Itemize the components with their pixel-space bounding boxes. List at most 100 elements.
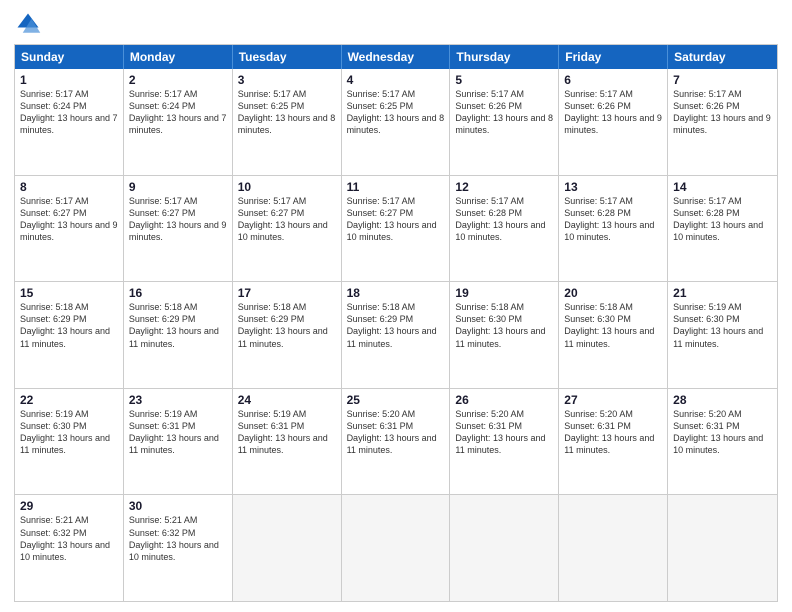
cell-text: Sunrise: 5:19 AMSunset: 6:30 PMDaylight:… bbox=[20, 408, 118, 457]
day-number: 20 bbox=[564, 286, 662, 300]
cell-text: Sunrise: 5:17 AMSunset: 6:26 PMDaylight:… bbox=[673, 88, 772, 137]
calendar-cell: 17Sunrise: 5:18 AMSunset: 6:29 PMDayligh… bbox=[233, 282, 342, 388]
day-number: 25 bbox=[347, 393, 445, 407]
calendar-cell: 9Sunrise: 5:17 AMSunset: 6:27 PMDaylight… bbox=[124, 176, 233, 282]
cell-text: Sunrise: 5:20 AMSunset: 6:31 PMDaylight:… bbox=[455, 408, 553, 457]
day-number: 1 bbox=[20, 73, 118, 87]
day-number: 9 bbox=[129, 180, 227, 194]
calendar-cell: 7Sunrise: 5:17 AMSunset: 6:26 PMDaylight… bbox=[668, 69, 777, 175]
calendar-cell bbox=[450, 495, 559, 601]
cell-text: Sunrise: 5:17 AMSunset: 6:25 PMDaylight:… bbox=[347, 88, 445, 137]
calendar-cell: 4Sunrise: 5:17 AMSunset: 6:25 PMDaylight… bbox=[342, 69, 451, 175]
calendar-cell: 22Sunrise: 5:19 AMSunset: 6:30 PMDayligh… bbox=[15, 389, 124, 495]
calendar-cell: 20Sunrise: 5:18 AMSunset: 6:30 PMDayligh… bbox=[559, 282, 668, 388]
day-number: 13 bbox=[564, 180, 662, 194]
calendar-cell bbox=[559, 495, 668, 601]
day-number: 5 bbox=[455, 73, 553, 87]
day-number: 27 bbox=[564, 393, 662, 407]
day-number: 2 bbox=[129, 73, 227, 87]
cell-text: Sunrise: 5:17 AMSunset: 6:28 PMDaylight:… bbox=[564, 195, 662, 244]
logo-icon bbox=[14, 10, 42, 38]
calendar-cell: 29Sunrise: 5:21 AMSunset: 6:32 PMDayligh… bbox=[15, 495, 124, 601]
calendar-cell: 28Sunrise: 5:20 AMSunset: 6:31 PMDayligh… bbox=[668, 389, 777, 495]
calendar-cell: 14Sunrise: 5:17 AMSunset: 6:28 PMDayligh… bbox=[668, 176, 777, 282]
cell-text: Sunrise: 5:19 AMSunset: 6:30 PMDaylight:… bbox=[673, 301, 772, 350]
cell-text: Sunrise: 5:18 AMSunset: 6:29 PMDaylight:… bbox=[20, 301, 118, 350]
cell-text: Sunrise: 5:20 AMSunset: 6:31 PMDaylight:… bbox=[673, 408, 772, 457]
calendar-header: SundayMondayTuesdayWednesdayThursdayFrid… bbox=[15, 45, 777, 69]
logo bbox=[14, 10, 46, 38]
day-number: 21 bbox=[673, 286, 772, 300]
calendar-cell: 18Sunrise: 5:18 AMSunset: 6:29 PMDayligh… bbox=[342, 282, 451, 388]
cell-text: Sunrise: 5:18 AMSunset: 6:29 PMDaylight:… bbox=[129, 301, 227, 350]
calendar-cell: 10Sunrise: 5:17 AMSunset: 6:27 PMDayligh… bbox=[233, 176, 342, 282]
calendar-cell: 16Sunrise: 5:18 AMSunset: 6:29 PMDayligh… bbox=[124, 282, 233, 388]
page: SundayMondayTuesdayWednesdayThursdayFrid… bbox=[0, 0, 792, 612]
calendar-cell: 2Sunrise: 5:17 AMSunset: 6:24 PMDaylight… bbox=[124, 69, 233, 175]
cell-text: Sunrise: 5:17 AMSunset: 6:27 PMDaylight:… bbox=[238, 195, 336, 244]
calendar-cell: 19Sunrise: 5:18 AMSunset: 6:30 PMDayligh… bbox=[450, 282, 559, 388]
cell-text: Sunrise: 5:19 AMSunset: 6:31 PMDaylight:… bbox=[129, 408, 227, 457]
calendar-row-1: 1Sunrise: 5:17 AMSunset: 6:24 PMDaylight… bbox=[15, 69, 777, 176]
calendar-row-3: 15Sunrise: 5:18 AMSunset: 6:29 PMDayligh… bbox=[15, 282, 777, 389]
cell-text: Sunrise: 5:17 AMSunset: 6:28 PMDaylight:… bbox=[673, 195, 772, 244]
day-number: 4 bbox=[347, 73, 445, 87]
day-number: 17 bbox=[238, 286, 336, 300]
day-number: 11 bbox=[347, 180, 445, 194]
cell-text: Sunrise: 5:18 AMSunset: 6:30 PMDaylight:… bbox=[455, 301, 553, 350]
calendar-body: 1Sunrise: 5:17 AMSunset: 6:24 PMDaylight… bbox=[15, 69, 777, 601]
header-day-tuesday: Tuesday bbox=[233, 45, 342, 69]
calendar-cell bbox=[233, 495, 342, 601]
day-number: 8 bbox=[20, 180, 118, 194]
header-day-wednesday: Wednesday bbox=[342, 45, 451, 69]
day-number: 10 bbox=[238, 180, 336, 194]
calendar-cell: 11Sunrise: 5:17 AMSunset: 6:27 PMDayligh… bbox=[342, 176, 451, 282]
calendar-cell: 25Sunrise: 5:20 AMSunset: 6:31 PMDayligh… bbox=[342, 389, 451, 495]
day-number: 18 bbox=[347, 286, 445, 300]
day-number: 22 bbox=[20, 393, 118, 407]
calendar-row-5: 29Sunrise: 5:21 AMSunset: 6:32 PMDayligh… bbox=[15, 495, 777, 601]
cell-text: Sunrise: 5:20 AMSunset: 6:31 PMDaylight:… bbox=[347, 408, 445, 457]
day-number: 14 bbox=[673, 180, 772, 194]
day-number: 23 bbox=[129, 393, 227, 407]
day-number: 7 bbox=[673, 73, 772, 87]
cell-text: Sunrise: 5:21 AMSunset: 6:32 PMDaylight:… bbox=[20, 514, 118, 563]
calendar-cell: 15Sunrise: 5:18 AMSunset: 6:29 PMDayligh… bbox=[15, 282, 124, 388]
header-day-thursday: Thursday bbox=[450, 45, 559, 69]
day-number: 6 bbox=[564, 73, 662, 87]
cell-text: Sunrise: 5:18 AMSunset: 6:30 PMDaylight:… bbox=[564, 301, 662, 350]
header-day-friday: Friday bbox=[559, 45, 668, 69]
day-number: 16 bbox=[129, 286, 227, 300]
day-number: 15 bbox=[20, 286, 118, 300]
header bbox=[14, 10, 778, 38]
day-number: 19 bbox=[455, 286, 553, 300]
calendar-cell: 30Sunrise: 5:21 AMSunset: 6:32 PMDayligh… bbox=[124, 495, 233, 601]
calendar-cell: 24Sunrise: 5:19 AMSunset: 6:31 PMDayligh… bbox=[233, 389, 342, 495]
header-day-sunday: Sunday bbox=[15, 45, 124, 69]
header-day-saturday: Saturday bbox=[668, 45, 777, 69]
cell-text: Sunrise: 5:17 AMSunset: 6:28 PMDaylight:… bbox=[455, 195, 553, 244]
day-number: 26 bbox=[455, 393, 553, 407]
cell-text: Sunrise: 5:17 AMSunset: 6:24 PMDaylight:… bbox=[129, 88, 227, 137]
calendar-cell: 1Sunrise: 5:17 AMSunset: 6:24 PMDaylight… bbox=[15, 69, 124, 175]
cell-text: Sunrise: 5:17 AMSunset: 6:26 PMDaylight:… bbox=[564, 88, 662, 137]
cell-text: Sunrise: 5:17 AMSunset: 6:24 PMDaylight:… bbox=[20, 88, 118, 137]
day-number: 30 bbox=[129, 499, 227, 513]
calendar-cell bbox=[668, 495, 777, 601]
cell-text: Sunrise: 5:20 AMSunset: 6:31 PMDaylight:… bbox=[564, 408, 662, 457]
cell-text: Sunrise: 5:19 AMSunset: 6:31 PMDaylight:… bbox=[238, 408, 336, 457]
header-day-monday: Monday bbox=[124, 45, 233, 69]
calendar-row-4: 22Sunrise: 5:19 AMSunset: 6:30 PMDayligh… bbox=[15, 389, 777, 496]
calendar-row-2: 8 Sunrise: 5:17 AMSunset: 6:27 PMDaylight… bbox=[15, 176, 777, 283]
calendar-cell: 23Sunrise: 5:19 AMSunset: 6:31 PMDayligh… bbox=[124, 389, 233, 495]
calendar-cell: 26Sunrise: 5:20 AMSunset: 6:31 PMDayligh… bbox=[450, 389, 559, 495]
cell-text: Sunrise: 5:18 AMSunset: 6:29 PMDaylight:… bbox=[238, 301, 336, 350]
calendar-cell: 3Sunrise: 5:17 AMSunset: 6:25 PMDaylight… bbox=[233, 69, 342, 175]
day-number: 3 bbox=[238, 73, 336, 87]
day-number: 29 bbox=[20, 499, 118, 513]
day-number: 12 bbox=[455, 180, 553, 194]
cell-text: Sunrise: 5:17 AMSunset: 6:26 PMDaylight:… bbox=[455, 88, 553, 137]
cell-text: Sunrise: 5:17 AMSunset: 6:27 PMDaylight:… bbox=[129, 195, 227, 244]
day-number: 24 bbox=[238, 393, 336, 407]
calendar-cell: 8Sunrise: 5:17 AMSunset: 6:27 PMDaylight… bbox=[15, 176, 124, 282]
